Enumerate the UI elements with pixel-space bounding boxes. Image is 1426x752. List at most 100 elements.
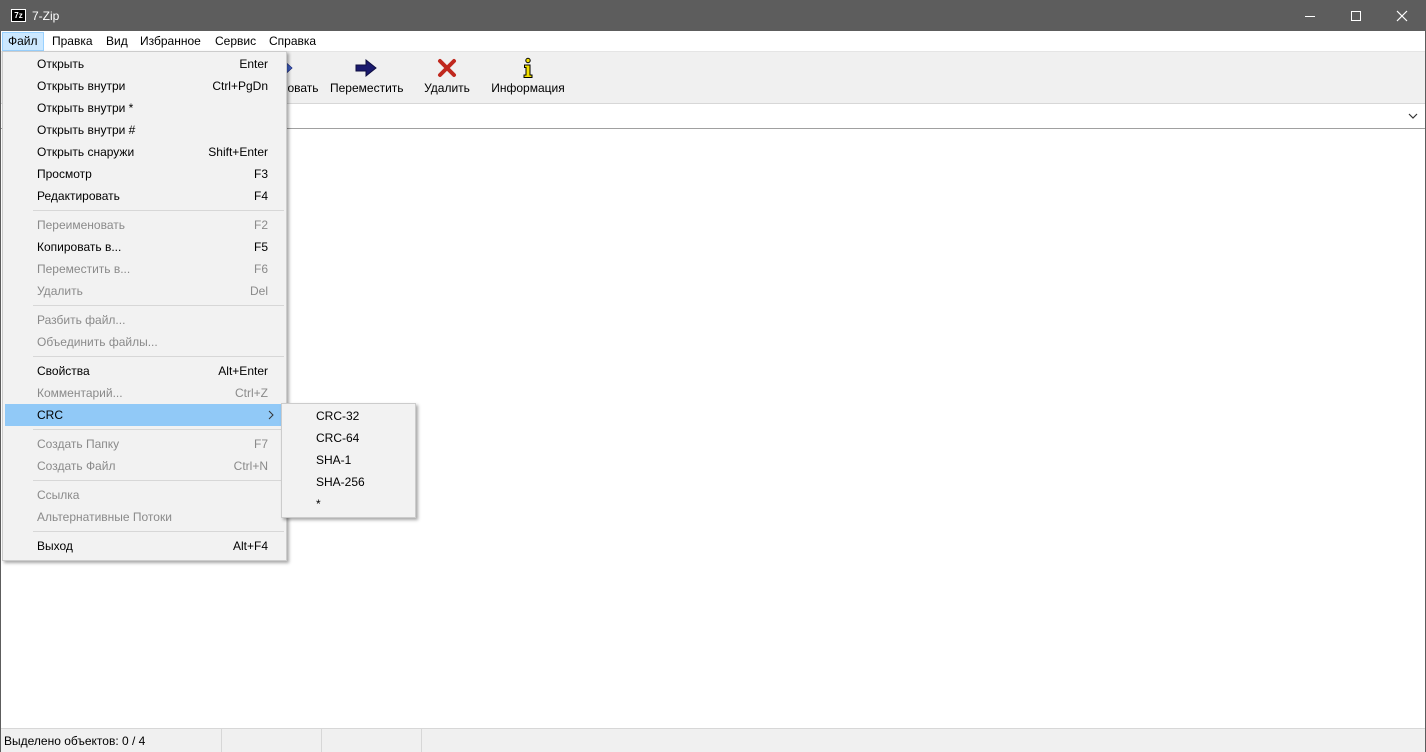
- menu-properties[interactable]: Свойства Alt+Enter: [5, 360, 284, 382]
- menu-separator: [33, 429, 284, 430]
- menu-bar: Файл Правка Вид Избранное Сервис Справка: [1, 31, 1425, 52]
- status-cell-3: [322, 729, 422, 752]
- move-arrow-icon: [355, 58, 377, 78]
- menu-link-label: Ссылка: [37, 488, 80, 502]
- menu-help[interactable]: Справка: [263, 32, 322, 51]
- menu-edit-file-label: Редактировать: [37, 189, 120, 203]
- menu-view-file-label: Просмотр: [37, 167, 92, 181]
- submenu-sha256[interactable]: SHA-256: [284, 471, 413, 493]
- maximize-button[interactable]: [1333, 1, 1379, 31]
- menu-open-outside-shortcut: Shift+Enter: [208, 145, 268, 159]
- menu-comment-label: Комментарий...: [37, 386, 123, 400]
- submenu-crc32[interactable]: CRC-32: [284, 405, 413, 427]
- menu-open-inside-label: Открыть внутри: [37, 79, 126, 93]
- menu-open-inside-shortcut: Ctrl+PgDn: [212, 79, 268, 93]
- chevron-right-icon: [268, 410, 274, 420]
- menu-separator: [33, 305, 284, 306]
- menu-exit-label: Выход: [37, 539, 73, 553]
- menu-open-inside-hash-label: Открыть внутри #: [37, 123, 136, 137]
- info-button-label: Информация: [491, 81, 565, 95]
- menu-view-file-shortcut: F3: [253, 167, 268, 181]
- menu-link[interactable]: Ссылка: [5, 484, 284, 506]
- menu-edit-file-shortcut: F4: [253, 189, 268, 203]
- menu-exit[interactable]: Выход Alt+F4: [5, 535, 284, 557]
- menu-alt-streams[interactable]: Альтернативные Потоки: [5, 506, 284, 528]
- menu-properties-shortcut: Alt+Enter: [218, 364, 268, 378]
- menu-copy-to[interactable]: Копировать в... F5: [5, 236, 284, 258]
- menu-move-to-shortcut: F6: [253, 262, 268, 276]
- menu-open[interactable]: Открыть Enter: [5, 53, 284, 75]
- info-button[interactable]: Информация: [491, 56, 565, 100]
- menu-combine-files[interactable]: Объединить файлы...: [5, 331, 284, 353]
- menu-crc-label: CRC: [37, 408, 63, 422]
- menu-rename-label: Переименовать: [37, 218, 125, 232]
- menu-separator: [33, 480, 284, 481]
- menu-exit-shortcut: Alt+F4: [232, 539, 268, 553]
- menu-edit-file[interactable]: Редактировать F4: [5, 185, 284, 207]
- status-bar: Выделено объектов: 0 / 4: [1, 728, 1425, 752]
- submenu-all-hashes-label: *: [316, 497, 321, 511]
- move-button-label: Переместить: [330, 81, 404, 95]
- move-button[interactable]: Переместить: [330, 56, 404, 100]
- menu-create-file[interactable]: Создать Файл Ctrl+N: [5, 455, 284, 477]
- menu-copy-to-label: Копировать в...: [37, 240, 122, 254]
- menu-rename-shortcut: F2: [253, 218, 268, 232]
- menu-view-file[interactable]: Просмотр F3: [5, 163, 284, 185]
- menu-separator: [33, 531, 284, 532]
- submenu-sha256-label: SHA-256: [316, 475, 365, 489]
- chevron-down-icon[interactable]: [1407, 110, 1419, 122]
- close-button[interactable]: [1379, 1, 1425, 31]
- menu-edit[interactable]: Правка: [46, 32, 99, 51]
- menu-comment[interactable]: Комментарий... Ctrl+Z: [5, 382, 284, 404]
- menu-comment-shortcut: Ctrl+Z: [235, 386, 268, 400]
- menu-split-file[interactable]: Разбить файл...: [5, 309, 284, 331]
- submenu-crc32-label: CRC-32: [316, 409, 360, 423]
- status-cell-2: [222, 729, 322, 752]
- submenu-sha1-label: SHA-1: [316, 453, 352, 467]
- menu-alt-streams-label: Альтернативные Потоки: [37, 510, 172, 524]
- menu-delete[interactable]: Удалить Del: [5, 280, 284, 302]
- menu-properties-label: Свойства: [37, 364, 90, 378]
- delete-button-label: Удалить: [424, 81, 470, 95]
- menu-move-to-label: Переместить в...: [37, 262, 131, 276]
- menu-create-folder-shortcut: F7: [253, 437, 268, 451]
- menu-delete-shortcut: Del: [249, 284, 268, 298]
- 7zip-app-icon: 7z: [11, 9, 26, 22]
- status-selected-count: Выделено объектов: 0 / 4: [1, 729, 222, 752]
- copy-button-label: овать: [287, 81, 319, 95]
- status-cell-4: [422, 729, 1425, 752]
- menu-tools[interactable]: Сервис: [209, 32, 262, 51]
- menu-view[interactable]: Вид: [100, 32, 134, 51]
- menu-separator: [33, 210, 284, 211]
- menu-create-folder[interactable]: Создать Папку F7: [5, 433, 284, 455]
- close-icon: [1396, 10, 1408, 22]
- copy-button[interactable]: овать: [283, 56, 323, 100]
- menu-open-outside-label: Открыть снаружи: [37, 145, 135, 159]
- menu-open-label: Открыть: [37, 57, 85, 71]
- submenu-crc64-label: CRC-64: [316, 431, 360, 445]
- file-menu-dropdown: Открыть Enter Открыть внутри Ctrl+PgDn Отк…: [2, 51, 287, 561]
- menu-copy-to-shortcut: F5: [253, 240, 268, 254]
- minimize-icon: [1305, 15, 1315, 17]
- maximize-icon: [1351, 11, 1361, 21]
- menu-favorites[interactable]: Избранное: [134, 32, 207, 51]
- info-icon: [523, 57, 533, 78]
- menu-move-to[interactable]: Переместить в... F6: [5, 258, 284, 280]
- crc-submenu: CRC-32 CRC-64 SHA-1 SHA-256 *: [281, 403, 416, 518]
- submenu-all-hashes[interactable]: *: [284, 493, 413, 515]
- menu-rename[interactable]: Переименовать F2: [5, 214, 284, 236]
- menu-crc[interactable]: CRC: [5, 404, 284, 426]
- minimize-button[interactable]: [1287, 1, 1333, 31]
- delete-button[interactable]: Удалить: [424, 56, 470, 100]
- menu-open-inside[interactable]: Открыть внутри Ctrl+PgDn: [5, 75, 284, 97]
- title-bar[interactable]: 7z 7-Zip: [1, 1, 1425, 31]
- menu-split-file-label: Разбить файл...: [37, 313, 126, 327]
- menu-open-inside-hash[interactable]: Открыть внутри #: [5, 119, 284, 141]
- menu-create-folder-label: Создать Папку: [37, 437, 120, 451]
- menu-file[interactable]: Файл: [2, 32, 44, 51]
- submenu-sha1[interactable]: SHA-1: [284, 449, 413, 471]
- menu-open-inside-star[interactable]: Открыть внутри *: [5, 97, 284, 119]
- delete-x-icon: [438, 59, 456, 77]
- submenu-crc64[interactable]: CRC-64: [284, 427, 413, 449]
- menu-open-outside[interactable]: Открыть снаружи Shift+Enter: [5, 141, 284, 163]
